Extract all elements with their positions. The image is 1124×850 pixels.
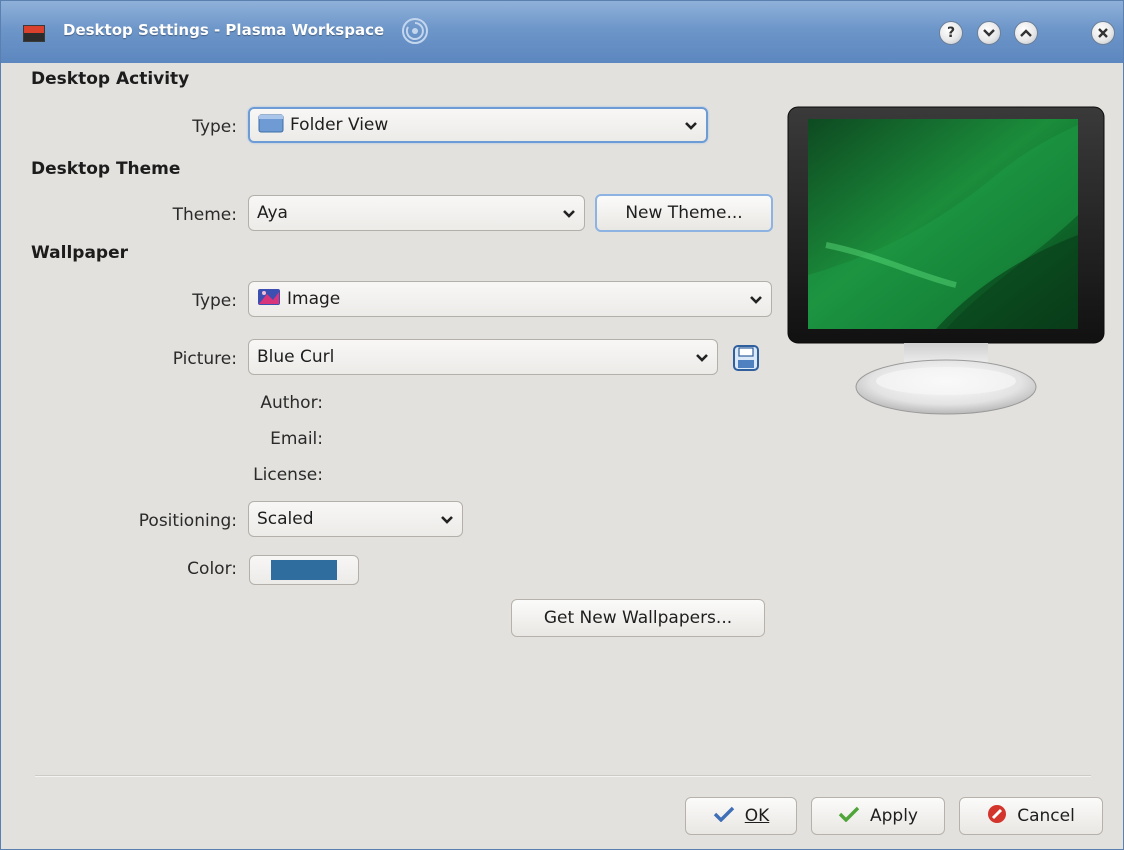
apply-button[interactable]: Apply [811, 797, 945, 835]
get-new-wallpapers-button[interactable]: Get New Wallpapers... [511, 599, 765, 637]
color-label: Color: [141, 559, 237, 579]
activity-type-select[interactable]: Folder View [248, 107, 708, 143]
checkmark-icon [713, 806, 735, 827]
author-label: Author: [141, 393, 323, 413]
new-theme-button[interactable]: New Theme... [595, 194, 773, 232]
folder-view-icon [258, 113, 284, 138]
cancel-icon [987, 804, 1007, 829]
apply-button-label: Apply [870, 806, 918, 826]
desktop-activity-heading: Desktop Activity [31, 69, 190, 89]
picture-value: Blue Curl [257, 347, 335, 367]
positioning-label-text: Positioning: [138, 511, 237, 531]
email-label: Email: [141, 429, 323, 449]
ok-button[interactable]: OK [685, 797, 797, 835]
theme-label: Theme: [141, 205, 237, 225]
minimize-icon[interactable] [977, 21, 1001, 45]
chevron-down-icon [432, 502, 462, 536]
close-icon[interactable] [1091, 21, 1115, 45]
wallpaper-type-value: Image [287, 289, 341, 309]
activity-type-label-text: Type: [192, 117, 237, 137]
new-theme-button-label: New Theme... [625, 203, 743, 223]
help-icon[interactable]: ? [939, 21, 963, 45]
wallpaper-type-select[interactable]: Image [248, 281, 772, 317]
dialog-content: Desktop Activity Type: Folder View Deskt… [1, 63, 1123, 849]
color-button[interactable] [249, 555, 359, 585]
wallpaper-type-label: Type: [141, 291, 237, 311]
image-icon [257, 288, 281, 311]
picture-select[interactable]: Blue Curl [248, 339, 718, 375]
maximize-icon[interactable] [1014, 21, 1038, 45]
ok-button-label: OK [744, 806, 770, 826]
positioning-label: Positioning: [101, 511, 237, 531]
chevron-down-icon [676, 109, 706, 141]
author-label-text: Author: [260, 393, 323, 413]
chevron-down-icon [741, 282, 771, 316]
desktop-theme-heading: Desktop Theme [31, 159, 181, 179]
wallpaper-heading: Wallpaper [31, 243, 128, 263]
footer-separator [35, 775, 1091, 776]
desktop-settings-window: Desktop Settings - Plasma Workspace ? De… [0, 0, 1124, 850]
help-glyph: ? [946, 25, 956, 41]
theme-label-text: Theme: [172, 205, 237, 225]
title-bar[interactable]: Desktop Settings - Plasma Workspace ? [1, 1, 1123, 63]
email-label-text: Email: [270, 429, 323, 449]
picture-label: Picture: [141, 349, 237, 369]
window-app-icon[interactable] [23, 25, 45, 42]
activity-type-label: Type: [141, 117, 237, 137]
checkmark-icon [838, 806, 860, 827]
theme-value: Aya [257, 203, 288, 223]
swirl-icon [402, 18, 428, 44]
cancel-button-label: Cancel [1017, 806, 1075, 826]
positioning-select[interactable]: Scaled [248, 501, 463, 537]
license-label-text: License: [253, 465, 323, 485]
wallpaper-preview [787, 106, 1105, 415]
license-label: License: [141, 465, 323, 485]
get-new-wallpapers-label: Get New Wallpapers... [543, 608, 733, 628]
cancel-button[interactable]: Cancel [959, 797, 1103, 835]
theme-select[interactable]: Aya [248, 195, 585, 231]
positioning-value: Scaled [257, 509, 314, 529]
color-label-text: Color: [187, 559, 237, 579]
color-swatch [271, 560, 337, 580]
save-icon[interactable] [731, 343, 761, 373]
activity-type-value: Folder View [290, 115, 389, 135]
chevron-down-icon [687, 340, 717, 374]
picture-label-text: Picture: [172, 349, 237, 369]
wallpaper-type-label-text: Type: [192, 291, 237, 311]
window-title: Desktop Settings - Plasma Workspace [63, 21, 385, 39]
chevron-down-icon [554, 196, 584, 230]
